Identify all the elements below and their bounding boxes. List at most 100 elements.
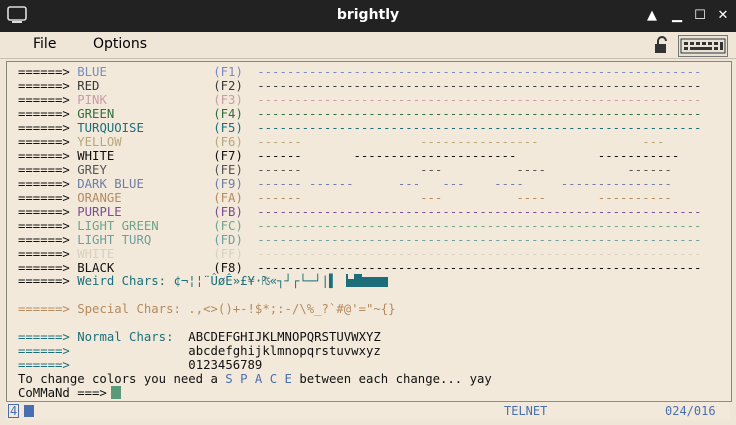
special-chars-line: ======> Special Chars: .,<>()+-!$*;:-/\%… — [18, 302, 396, 316]
text-cursor — [110, 386, 121, 399]
color-code: (FA) — [213, 191, 243, 205]
color-code: (F9) — [213, 177, 243, 191]
line-arrow: ======> — [18, 261, 70, 275]
special-chars: .,<>()+-!$*;:-/\%_?`#@'="~{} — [188, 302, 396, 316]
status-protocol: TELNET — [504, 404, 548, 418]
color-name: LIGHT TURQ — [77, 233, 152, 247]
color-code: (F7) — [213, 149, 243, 163]
color-code: (FD) — [213, 233, 243, 247]
color-name: TURQUOISE — [77, 121, 144, 135]
color-row: ======> BLUE (F1) ------------------------… — [18, 65, 701, 79]
close-icon[interactable]: ✕ — [713, 6, 733, 26]
line-arrow: ======> — [18, 344, 70, 358]
line-arrow: ======> — [18, 358, 70, 372]
color-code: (FF) — [213, 247, 243, 261]
color-pattern: ------ ------ --- --- ---- -------------… — [257, 177, 672, 191]
line-arrow: ======> — [18, 205, 70, 219]
color-name: PINK — [77, 93, 107, 107]
color-code: (F5) — [213, 121, 243, 135]
line-arrow: ======> — [18, 302, 70, 316]
line-arrow: ======> — [18, 149, 70, 163]
minimize-icon[interactable]: ▁ — [667, 6, 687, 26]
menu-bar: File Options — [0, 32, 736, 59]
color-row: ======> WHITE (FF) -----------------------… — [18, 247, 701, 261]
color-name: LIGHT GREEN — [77, 219, 159, 233]
line-arrow: ======> — [18, 219, 70, 233]
weird-chars-line: ======> Weird Chars: ¢¬¦¦¨ÛøÊ»£¥·₧«┐┘┌└─… — [18, 274, 390, 290]
color-row: ======> LIGHT TURQ (FD) ------------------… — [18, 233, 701, 247]
line-arrow: ======> — [18, 274, 70, 288]
lock-icon[interactable] — [652, 35, 674, 55]
line-arrow: ======> — [18, 93, 70, 107]
upper-chars: ABCDEFGHIJKLMNOPQRSTUVWXYZ — [188, 330, 381, 344]
weird-chars: ¢¬¦¦¨ÛøÊ»£¥·₧«┐┘┌└─┘|▌ — [173, 274, 344, 288]
color-row: ======> BLACK (F8) -----------------------… — [18, 261, 701, 275]
color-code: (F4) — [213, 107, 243, 121]
color-name: WHITE — [77, 247, 115, 261]
message-space: S P A C E — [225, 372, 292, 386]
color-row: ======> ORANGE (FA) ------ --- ---- ------… — [18, 191, 672, 205]
line-arrow: ======> — [18, 163, 70, 177]
color-row: ======> YELLOW (F6) ------ ---------------… — [18, 135, 664, 149]
message-suffix: between each change... yay — [291, 372, 492, 386]
menu-options[interactable]: Options — [93, 36, 147, 52]
menu-file[interactable]: File — [33, 36, 56, 52]
color-pattern: ----------------------------------------… — [257, 233, 702, 247]
line-arrow: ======> — [18, 121, 70, 135]
command-prompt: CoMMaNd ===> — [18, 386, 107, 400]
color-name: BLUE — [77, 65, 107, 79]
color-pattern: ----------------------------------------… — [257, 65, 702, 79]
color-name: YELLOW — [77, 135, 122, 149]
color-pattern: ------ ---------------------- ----------… — [257, 149, 680, 163]
color-name: GREEN — [77, 107, 115, 121]
shade-icon[interactable]: ▲ — [642, 6, 662, 26]
color-pattern: ------ ---------------- --- — [257, 135, 665, 149]
color-row: ======> GREY (FE) ------ --- ---- ------ — [18, 163, 672, 177]
digit-chars: 0123456789 — [188, 358, 263, 372]
color-code: (F6) — [213, 135, 243, 149]
color-pattern: ----------------------------------------… — [257, 79, 702, 93]
title-bar: brightly ▲ ▁ ☐ ✕ — [0, 0, 736, 32]
terminal-screen[interactable]: ======> BLUE (F1) ------------------------… — [6, 61, 732, 402]
color-pattern: ----------------------------------------… — [257, 247, 702, 261]
weird-label: Weird Chars: — [77, 274, 167, 288]
color-pattern: ----------------------------------------… — [257, 121, 702, 135]
color-name: GREY — [77, 163, 107, 177]
color-name: WHITE — [77, 149, 115, 163]
color-row: ======> WHITE (F7) ------ ----------------… — [18, 149, 679, 163]
app-window: brightly ▲ ▁ ☐ ✕ File Options ======> BL… — [0, 0, 736, 425]
color-row: ======> LIGHT GREEN (FC) -----------------… — [18, 219, 701, 233]
normal-lower-line: ======> abcdefghijklmnopqrstuvwxyz — [18, 344, 381, 358]
line-arrow: ======> — [18, 330, 70, 344]
color-pattern: ----------------------------------------… — [257, 219, 702, 233]
line-arrow: ======> — [18, 79, 70, 93]
color-code: (FB) — [213, 205, 243, 219]
color-row: ======> TURQUOISE (F5) -------------------… — [18, 121, 701, 135]
special-label: Special Chars: — [77, 302, 181, 316]
status-position: 024/016 — [665, 404, 716, 418]
color-code: (F8) — [213, 261, 243, 275]
color-name: ORANGE — [77, 191, 122, 205]
color-pattern: ------ --- ---- ---------- — [257, 191, 672, 205]
color-code: (F3) — [213, 93, 243, 107]
color-code: (FE) — [213, 163, 243, 177]
color-pattern: ----------------------------------------… — [257, 93, 702, 107]
color-pattern: ----------------------------------------… — [257, 107, 702, 121]
color-code: (FC) — [213, 219, 243, 233]
color-name: RED — [77, 79, 100, 93]
normal-chars-line: ======> Normal Chars: ABCDEFGHIJKLMNOPQR… — [18, 330, 381, 344]
color-code: (F2) — [213, 79, 243, 93]
block-graphics — [344, 274, 390, 290]
line-arrow: ======> — [18, 177, 70, 191]
message-line: To change colors you need a S P A C E be… — [18, 372, 492, 386]
color-pattern: ----------------------------------------… — [257, 261, 702, 275]
line-arrow: ======> — [18, 65, 70, 79]
maximize-icon[interactable]: ☐ — [690, 6, 710, 26]
color-name: BLACK — [77, 261, 115, 275]
keyboard-icon[interactable] — [678, 35, 728, 57]
line-arrow: ======> — [18, 107, 70, 121]
color-row: ======> DARK BLUE (F9) ------ ------ --- -… — [18, 177, 672, 191]
command-line[interactable]: CoMMaNd ===> — [18, 386, 121, 400]
color-row: ======> GREEN (F4) -----------------------… — [18, 107, 701, 121]
status-block — [24, 405, 34, 417]
